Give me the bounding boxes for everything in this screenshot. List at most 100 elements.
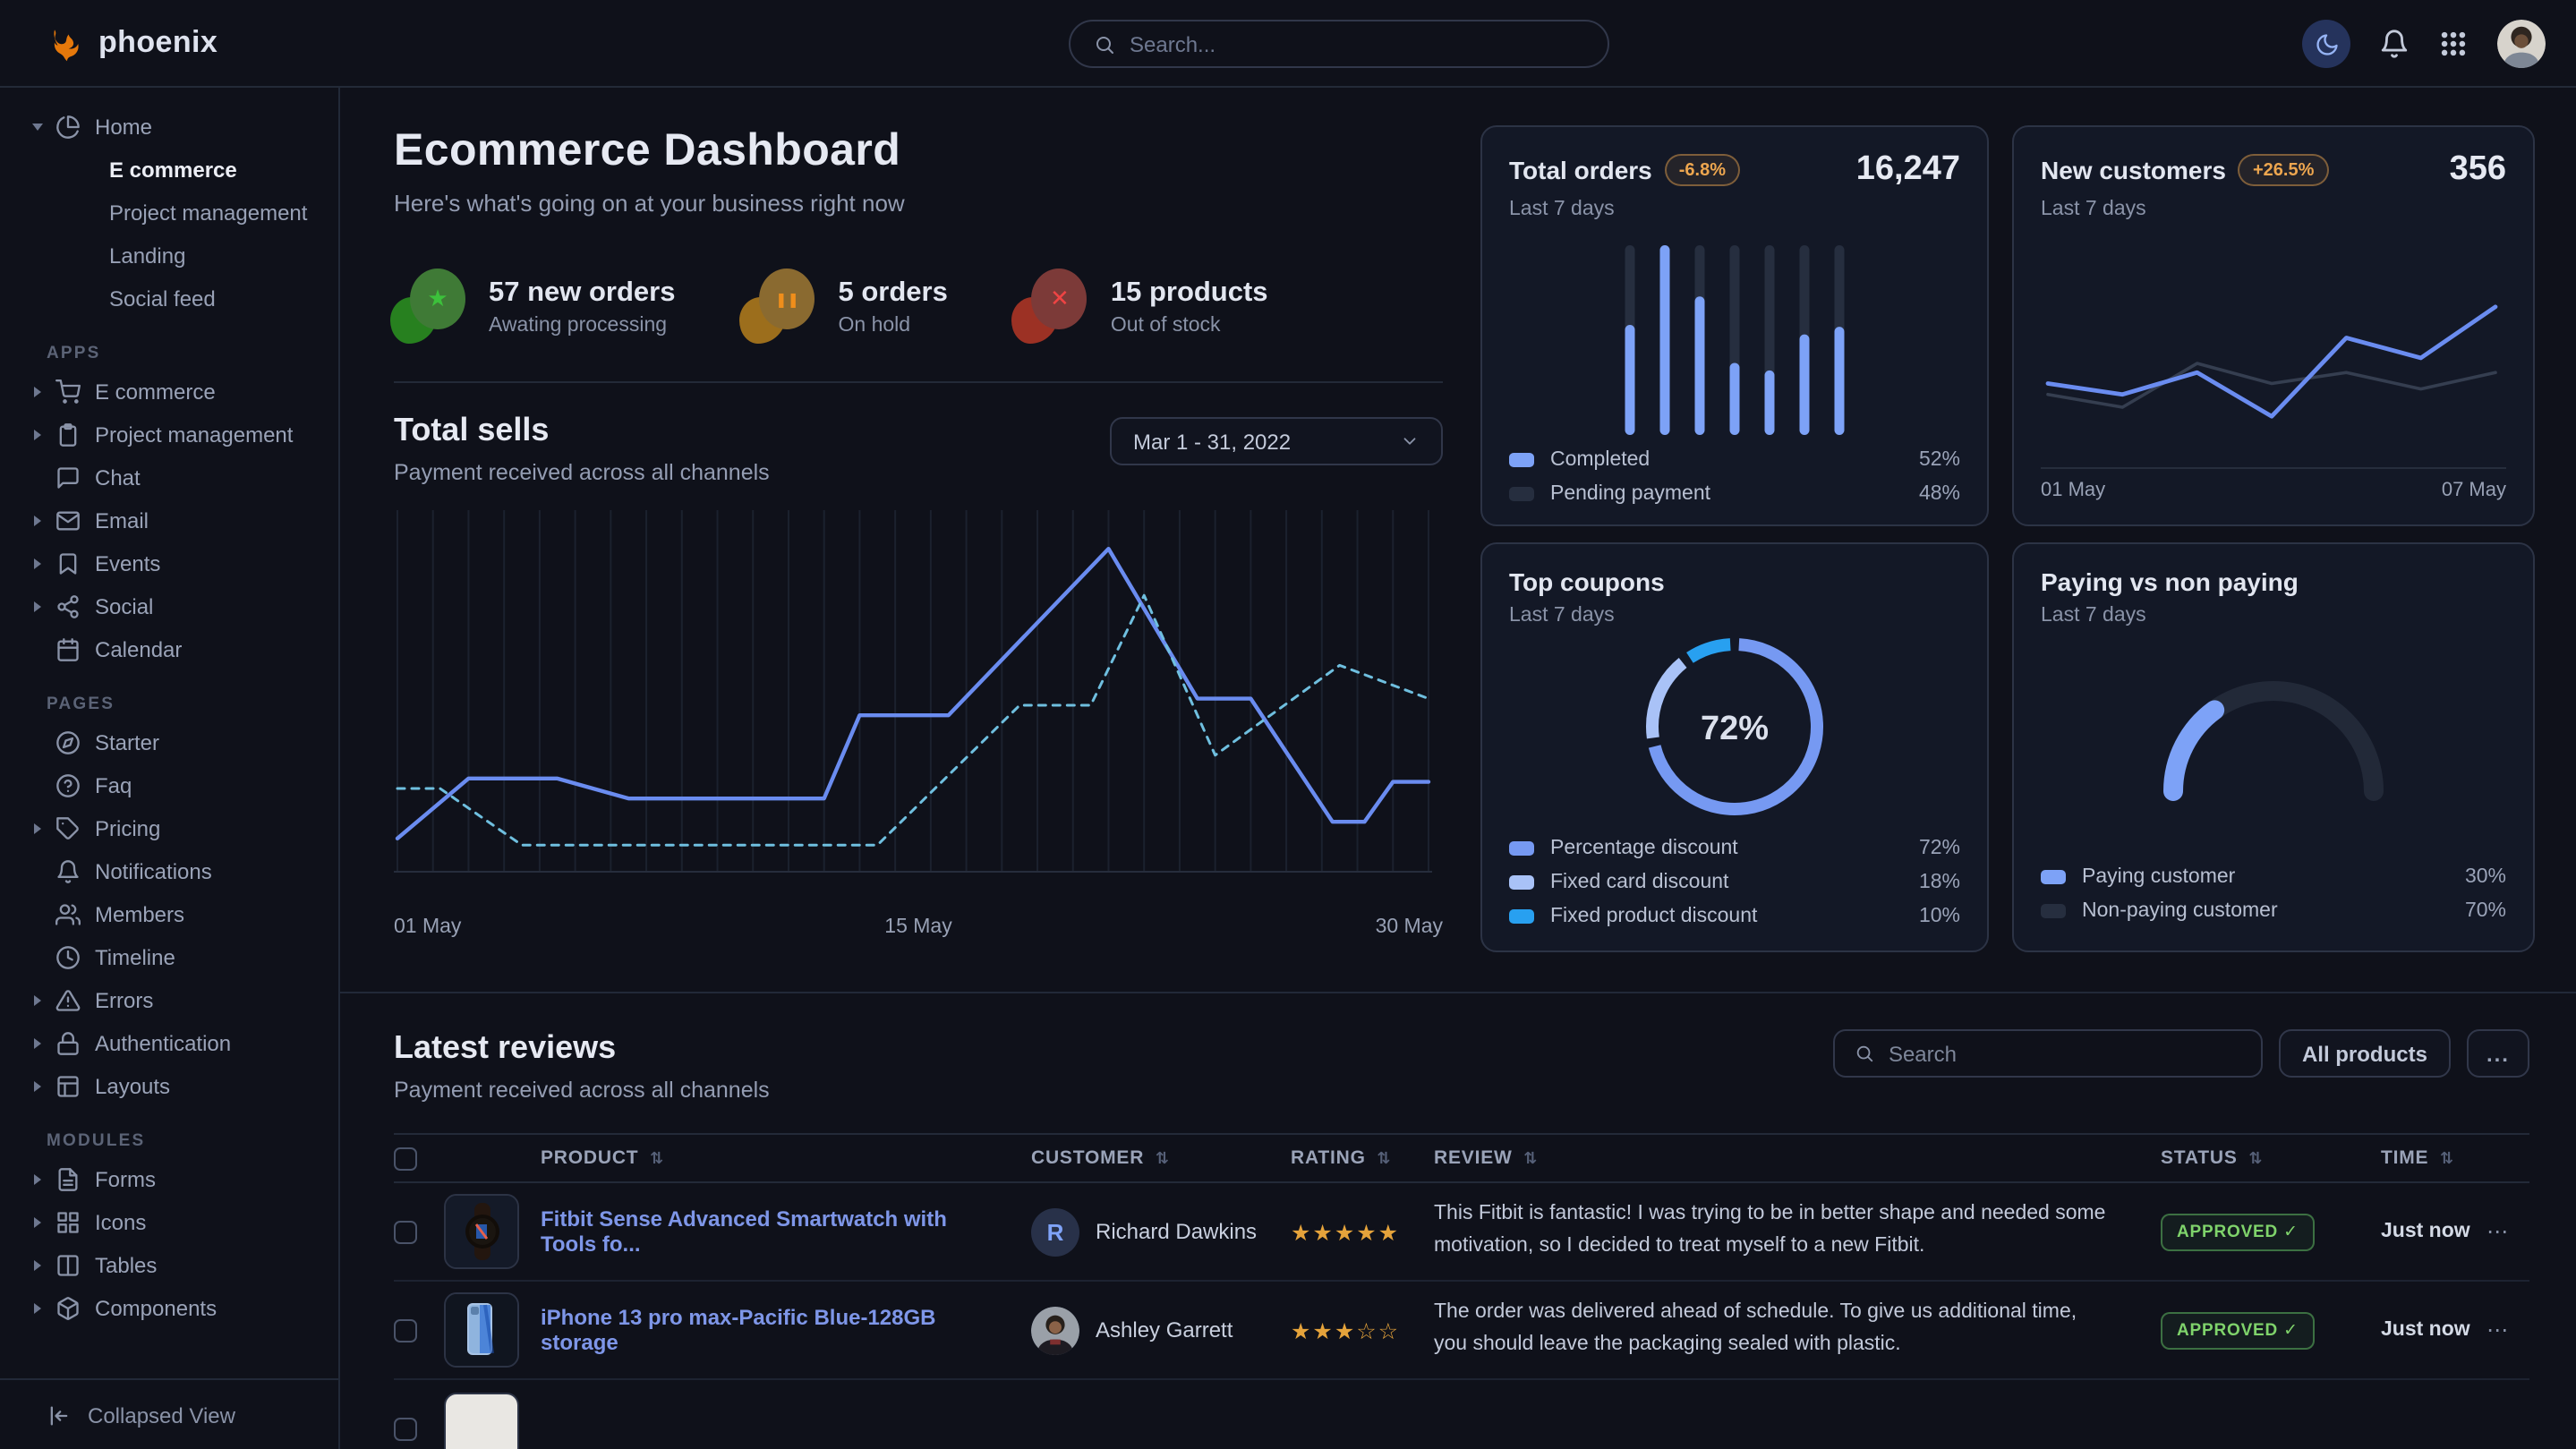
user-avatar[interactable] [2497,20,2546,68]
quick-stats: ★ 57 new orders Awating processing ❚❚ 5 … [394,268,1443,344]
x-label-start: 01 May [2041,480,2105,501]
product-thumbnail[interactable] [444,1392,519,1449]
sidebar-subitem-social-feed[interactable]: Social feed [0,277,338,320]
date-range-value: Mar 1 - 31, 2022 [1133,429,1291,454]
row-checkbox[interactable] [394,1318,417,1342]
col-review[interactable]: REVIEW ⇅ [1434,1147,2161,1169]
sidebar-item-forms[interactable]: Forms [0,1158,338,1201]
sort-icon[interactable]: ⇅ [650,1149,664,1167]
brand-logo[interactable]: phoenix [48,24,218,62]
customer-cell[interactable]: RRichard Dawkins [1031,1207,1291,1256]
top-coupons-title: Top coupons [1509,567,1665,596]
row-more-button[interactable]: ⋯ [2486,1317,2529,1342]
sort-icon[interactable]: ⇅ [1377,1149,1391,1167]
status-badge: APPROVED ✓ [2161,1311,2315,1349]
legend-label: Paying customer [2082,865,2235,887]
sort-icon[interactable]: ⇅ [1523,1149,1538,1167]
theme-toggle-button[interactable] [2302,20,2350,68]
select-all-checkbox[interactable] [394,1146,417,1170]
customer-cell[interactable]: Ashley Garrett [1031,1306,1291,1354]
rating-stars: ★★★☆☆ [1291,1317,1434,1343]
legend-value: 30% [2465,865,2506,887]
sidebar-group-label: APPS [47,344,338,363]
notifications-button[interactable] [2379,29,2410,59]
new-customers-line-svg [2041,252,2503,464]
sidebar-subitem-landing[interactable]: Landing [0,234,338,277]
quick-stat-value: 15 products [1111,277,1268,309]
row-checkbox[interactable] [394,1418,417,1441]
sidebar-item-errors[interactable]: Errors [0,979,338,1022]
sidebar-item-label: Timeline [95,945,175,970]
latest-reviews-section: Latest reviews Payment received across a… [394,1029,2529,1449]
chevron-down-icon [1400,431,1420,451]
sidebar-item-chat[interactable]: Chat [0,456,338,499]
col-product[interactable]: PRODUCT ⇅ [541,1147,1031,1169]
sidebar-item-starter[interactable]: Starter [0,721,338,764]
sidebar-item-home[interactable]: Home [0,106,338,149]
row-more-button[interactable]: ⋯ [2486,1219,2529,1244]
reviews-search-input[interactable] [1889,1041,2241,1066]
top-coupons-legend: Percentage discount 72% Fixed card disco… [1509,831,1960,933]
sidebar-item-project-management[interactable]: Project management [0,413,338,456]
sidebar-item-notifications[interactable]: Notifications [0,850,338,893]
sidebar-item-events[interactable]: Events [0,542,338,585]
sidebar-item-members[interactable]: Members [0,893,338,936]
sidebar-subitem-e-commerce[interactable]: E commerce [0,149,338,192]
sidebar-item-timeline[interactable]: Timeline [0,936,338,979]
sidebar-item-pricing[interactable]: Pricing [0,807,338,850]
sidebar-item-layouts[interactable]: Layouts [0,1065,338,1108]
reviews-table: PRODUCT ⇅ CUSTOMER ⇅ RATING ⇅ REVIEW ⇅ S… [394,1133,2529,1449]
sidebar-item-label: Chat [95,465,141,490]
legend-swatch-icon [2041,869,2066,883]
sidebar-item-social[interactable]: Social [0,585,338,628]
legend-swatch-icon [1509,486,1534,500]
product-thumbnail[interactable] [444,1194,519,1269]
reviews-search[interactable] [1833,1029,2263,1078]
sidebar-item-authentication[interactable]: Authentication [0,1022,338,1065]
row-checkbox[interactable] [394,1220,417,1243]
col-status[interactable]: STATUS ⇅ [2161,1147,2381,1169]
reviews-more-button[interactable]: ... [2467,1029,2529,1078]
legend-swatch-icon [1509,452,1534,466]
legend-label: Non-paying customer [2082,899,2278,921]
col-customer[interactable]: CUSTOMER ⇅ [1031,1147,1291,1169]
paying-period: Last 7 days [2041,605,2506,626]
paying-gauge-svg [2139,652,2408,805]
legend-value: 48% [1919,482,1960,504]
table-row-partial [394,1380,2529,1449]
app-root: phoenix [0,0,2576,1449]
sort-icon[interactable]: ⇅ [2440,1149,2454,1167]
quick-stat-value: 5 orders [839,277,948,309]
collapsed-view-toggle[interactable]: Collapsed View [0,1378,338,1449]
all-products-button[interactable]: All products [2279,1029,2451,1078]
sidebar-item-label: Starter [95,730,159,755]
x-label-end: 30 May [1376,916,1443,938]
quick-stat: ❚❚ 5 orders On hold [744,268,948,344]
sort-icon[interactable]: ⇅ [2248,1149,2263,1167]
sort-icon[interactable]: ⇅ [1156,1149,1170,1167]
col-time[interactable]: TIME ⇅ [2381,1147,2486,1169]
global-search-input[interactable] [1130,31,1541,56]
sidebar-subitem-project-management[interactable]: Project management [0,192,338,234]
sidebar-item-tables[interactable]: Tables [0,1244,338,1287]
global-search[interactable] [1069,20,1609,68]
product-link[interactable]: iPhone 13 pro max-Pacific Blue-128GB sto… [541,1305,1031,1355]
new-customers-value: 356 [2450,150,2506,190]
sidebar-item-e-commerce[interactable]: E commerce [0,371,338,413]
apps-menu-button[interactable] [2438,29,2469,59]
top-coupons-legend-row: Percentage discount 72% [1509,831,1960,865]
dashboard-top: Ecommerce Dashboard Here's what's going … [394,88,2529,952]
status-badge: APPROVED ✓ [2161,1213,2315,1250]
sidebar-item-email[interactable]: Email [0,499,338,542]
col-rating[interactable]: RATING ⇅ [1291,1147,1434,1169]
product-thumbnail[interactable] [444,1292,519,1368]
sidebar-item-calendar[interactable]: Calendar [0,628,338,671]
sidebar-item-icons[interactable]: Icons [0,1201,338,1244]
sidebar-item-faq[interactable]: Faq [0,764,338,807]
latest-reviews-title: Latest reviews [394,1029,770,1067]
sidebar-item-label: Components [95,1296,217,1321]
date-range-select[interactable]: Mar 1 - 31, 2022 [1110,417,1443,465]
product-link[interactable]: Fitbit Sense Advanced Smartwatch with To… [541,1206,1031,1257]
sidebar-item-components[interactable]: Components [0,1287,338,1330]
sidebar-group-label: MODULES [47,1131,338,1151]
